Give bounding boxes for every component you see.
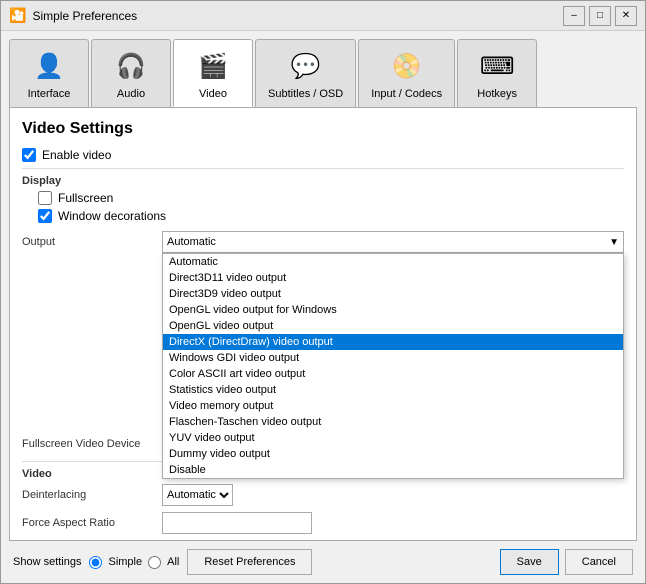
option-flaschen[interactable]: Flaschen-Taschen video output (163, 414, 623, 430)
input-label: Input / Codecs (371, 88, 442, 100)
app-icon: 🎦 (9, 7, 26, 24)
deinterlacing-label: Deinterlacing (22, 489, 162, 501)
aspect-ratio-row: Force Aspect Ratio (22, 512, 624, 534)
tab-input[interactable]: 📀 Input / Codecs (358, 39, 455, 107)
window-decorations-checkbox[interactable] (38, 209, 52, 223)
interface-label: Interface (28, 88, 71, 100)
display-section: Fullscreen Window decorations (38, 191, 624, 223)
minimize-button[interactable]: – (563, 6, 585, 26)
input-icon: 📀 (387, 46, 427, 86)
dropdown-arrow-icon: ▼ (609, 237, 619, 248)
content-area: Video Settings Enable video Display Full… (9, 107, 637, 541)
aspect-ratio-label: Force Aspect Ratio (22, 517, 162, 529)
video-icon: 🎬 (193, 46, 233, 86)
output-row: Output Automatic ▼ Automatic Direct3D11 … (22, 231, 624, 253)
option-stats[interactable]: Statistics video output (163, 382, 623, 398)
option-d3d11[interactable]: Direct3D11 video output (163, 270, 623, 286)
all-radio[interactable] (148, 556, 161, 569)
option-yuv[interactable]: YUV video output (163, 430, 623, 446)
display-group-label: Display (22, 175, 624, 187)
subtitles-label: Subtitles / OSD (268, 88, 343, 100)
maximize-button[interactable]: □ (589, 6, 611, 26)
option-dummy[interactable]: Dummy video output (163, 446, 623, 462)
output-dropdown-list: Automatic Direct3D11 video output Direct… (162, 253, 624, 479)
hotkeys-icon: ⌨ (477, 46, 517, 86)
tab-interface[interactable]: 👤 Interface (9, 39, 89, 107)
titlebar-controls: – □ ✕ (563, 6, 637, 26)
window-decorations-label: Window decorations (58, 209, 166, 223)
bottom-bar: Show settings Simple All Reset Preferenc… (1, 541, 645, 583)
option-opengl[interactable]: OpenGL video output (163, 318, 623, 334)
radio-group: Simple All (89, 556, 179, 569)
fullscreen-row: Fullscreen (38, 191, 624, 205)
aspect-ratio-input[interactable] (162, 512, 312, 534)
tab-audio[interactable]: 🎧 Audio (91, 39, 171, 107)
cancel-button[interactable]: Cancel (565, 549, 633, 575)
close-button[interactable]: ✕ (615, 6, 637, 26)
titlebar-left: 🎦 Simple Preferences (9, 7, 137, 24)
tab-hotkeys[interactable]: ⌨ Hotkeys (457, 39, 537, 107)
fullscreen-checkbox[interactable] (38, 191, 52, 205)
window-title: Simple Preferences (32, 9, 137, 23)
show-settings-section: Show settings Simple All Reset Preferenc… (13, 549, 312, 575)
option-wgdi[interactable]: Windows GDI video output (163, 350, 623, 366)
simple-radio[interactable] (89, 556, 102, 569)
all-radio-label: All (167, 556, 179, 568)
deinterlacing-row: Deinterlacing Automatic (22, 484, 624, 506)
output-dropdown-value: Automatic (167, 236, 216, 248)
output-dropdown-container: Automatic ▼ Automatic Direct3D11 video o… (162, 231, 624, 253)
enable-video-row: Enable video (22, 148, 624, 162)
main-window: 🎦 Simple Preferences – □ ✕ 👤 Interface 🎧… (0, 0, 646, 584)
video-label: Video (199, 88, 227, 100)
simple-radio-label: Simple (108, 556, 142, 568)
window-decorations-row: Window decorations (38, 209, 624, 223)
tab-bar: 👤 Interface 🎧 Audio 🎬 Video 💬 Subtitles … (1, 31, 645, 107)
option-directx[interactable]: DirectX (DirectDraw) video output (163, 334, 623, 350)
enable-video-label: Enable video (42, 148, 111, 162)
page-title: Video Settings (22, 120, 624, 138)
reset-preferences-button[interactable]: Reset Preferences (187, 549, 312, 575)
enable-video-checkbox[interactable] (22, 148, 36, 162)
deinterlacing-select[interactable]: Automatic (162, 484, 233, 506)
bottom-buttons: Save Cancel (500, 549, 633, 575)
interface-icon: 👤 (29, 46, 69, 86)
titlebar: 🎦 Simple Preferences – □ ✕ (1, 1, 645, 31)
output-label: Output (22, 236, 162, 248)
tab-video[interactable]: 🎬 Video (173, 39, 253, 107)
hotkeys-label: Hotkeys (477, 88, 517, 100)
show-settings-label: Show settings (13, 556, 81, 568)
save-button[interactable]: Save (500, 549, 559, 575)
fullscreen-label: Fullscreen (58, 191, 113, 205)
audio-icon: 🎧 (111, 46, 151, 86)
option-disable[interactable]: Disable (163, 462, 623, 478)
option-d3d9[interactable]: Direct3D9 video output (163, 286, 623, 302)
output-dropdown-btn[interactable]: Automatic ▼ (162, 231, 624, 253)
tab-subtitles[interactable]: 💬 Subtitles / OSD (255, 39, 356, 107)
option-ascii[interactable]: Color ASCII art video output (163, 366, 623, 382)
option-vmem[interactable]: Video memory output (163, 398, 623, 414)
option-automatic[interactable]: Automatic (163, 254, 623, 270)
subtitles-icon: 💬 (286, 46, 326, 86)
fullscreen-device-label: Fullscreen Video Device (22, 438, 162, 450)
option-opengl-win[interactable]: OpenGL video output for Windows (163, 302, 623, 318)
display-group: Display Fullscreen Window decorations (22, 175, 624, 223)
audio-label: Audio (117, 88, 145, 100)
